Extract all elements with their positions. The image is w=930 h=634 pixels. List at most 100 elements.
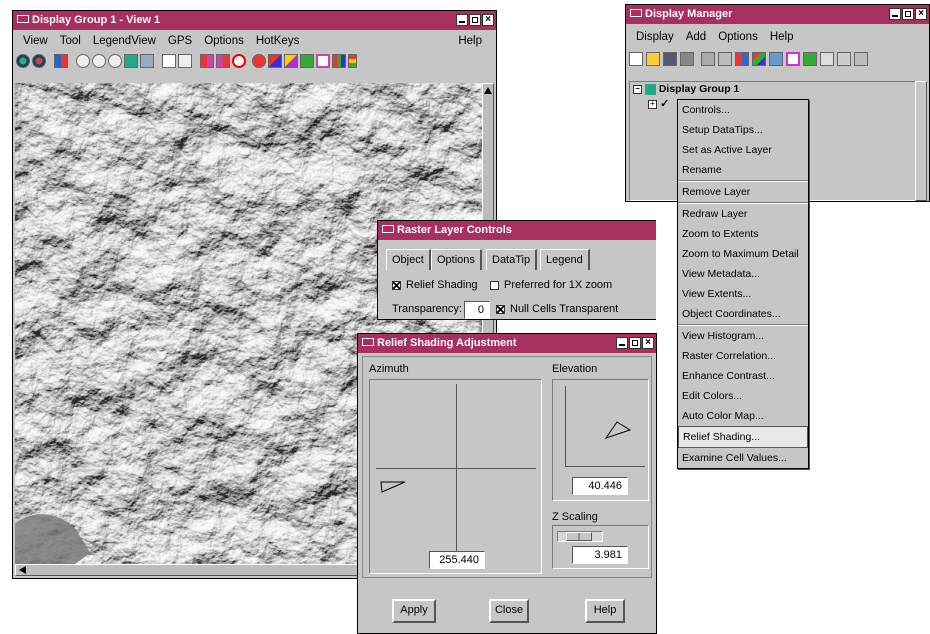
menu-item-auto-color-map[interactable]: Auto Color Map... <box>678 406 808 426</box>
scroll-up-icon[interactable] <box>484 87 492 94</box>
system-menu-icon[interactable] <box>17 15 29 24</box>
view-window-titlebar[interactable]: Display Group 1 - View 1 × <box>13 11 496 30</box>
menu-item-setup-datatips[interactable]: Setup DataTips... <box>678 120 808 140</box>
raster-controls-titlebar[interactable]: Raster Layer Controls <box>378 221 656 240</box>
elevation-value-field[interactable]: 40.446 <box>572 477 628 495</box>
add-layer-icon[interactable] <box>735 52 749 66</box>
close-icon[interactable]: × <box>482 14 494 26</box>
open-icon[interactable] <box>646 52 660 66</box>
table-icon[interactable] <box>820 52 834 66</box>
colors-icon[interactable] <box>752 52 766 66</box>
tab-object[interactable]: Object <box>386 249 431 270</box>
pan-icon[interactable] <box>54 54 68 68</box>
zoom-next-icon[interactable] <box>124 54 138 68</box>
tab-datatip[interactable]: DataTip <box>486 249 538 270</box>
menu-item-redraw-layer[interactable]: Redraw Layer <box>678 204 808 224</box>
magnify-icon[interactable] <box>178 54 192 68</box>
menu-item-remove-layer[interactable]: Remove Layer <box>678 182 808 202</box>
print-icon[interactable] <box>680 52 694 66</box>
maximize-icon[interactable] <box>902 8 914 20</box>
minimize-icon[interactable] <box>616 337 628 349</box>
menu-item-relief-shading[interactable]: Relief Shading... <box>678 426 808 448</box>
layout-icon[interactable] <box>316 54 330 68</box>
layer-visible-check-icon[interactable]: ✓ <box>660 98 669 110</box>
expand-icon[interactable]: + <box>648 99 657 109</box>
menu-item-enhance-contrast[interactable]: Enhance Contrast... <box>678 366 808 386</box>
menu-display[interactable]: Display <box>630 31 680 43</box>
new-icon[interactable] <box>629 52 643 66</box>
menu-item-zoom-extents[interactable]: Zoom to Extents <box>678 224 808 244</box>
legend-icon[interactable] <box>300 54 314 68</box>
system-menu-icon[interactable] <box>382 225 394 234</box>
help-button[interactable]: Help <box>585 599 625 623</box>
add-raster-icon[interactable] <box>701 52 715 66</box>
layer-tree-scrollbar[interactable] <box>915 81 927 201</box>
menu-add[interactable]: Add <box>680 31 712 43</box>
close-icon[interactable]: × <box>915 8 927 20</box>
menu-item-edit-colors[interactable]: Edit Colors... <box>678 386 808 406</box>
null-cells-checkbox[interactable]: Null Cells Transparent <box>496 303 618 315</box>
maximize-icon[interactable] <box>469 14 481 26</box>
preferred-1x-checkbox[interactable]: Preferred for 1X zoom <box>490 279 612 291</box>
elevation-pointer-icon[interactable] <box>603 420 633 444</box>
menu-item-set-active-layer[interactable]: Set as Active Layer <box>678 140 808 160</box>
menu-item-raster-correlation[interactable]: Raster Correlation... <box>678 346 808 366</box>
system-menu-icon[interactable] <box>630 9 642 18</box>
forward-icon[interactable] <box>216 54 230 68</box>
tree-row-display-group[interactable]: − Display Group 1 <box>630 82 918 97</box>
add-image-icon[interactable] <box>769 52 783 66</box>
back-icon[interactable] <box>200 54 214 68</box>
scale-icon[interactable] <box>162 54 176 68</box>
menu-item-view-metadata[interactable]: View Metadata... <box>678 264 808 284</box>
add-vector-icon[interactable] <box>718 52 732 66</box>
select-icon[interactable] <box>268 54 282 68</box>
maximize-icon[interactable] <box>629 337 641 349</box>
azimuth-pointer-icon[interactable] <box>378 479 408 495</box>
azimuth-value-field[interactable]: 255.440 <box>429 551 485 569</box>
azimuth-control[interactable]: 255.440 <box>369 379 542 574</box>
display-manager-titlebar[interactable]: Display Manager × <box>626 5 929 24</box>
zscaling-value-field[interactable]: 3.981 <box>572 546 628 564</box>
collapse-icon[interactable]: − <box>633 84 642 94</box>
menu-item-examine-cell-values[interactable]: Examine Cell Values... <box>678 448 808 468</box>
grid-icon[interactable] <box>786 52 800 66</box>
zoom-previous-icon[interactable] <box>108 54 122 68</box>
menu-help[interactable]: Help <box>764 31 800 43</box>
close-button[interactable]: Close <box>489 599 529 623</box>
traffic-light-icon[interactable] <box>348 54 357 68</box>
stop-redraw-icon[interactable] <box>232 54 246 68</box>
menu-help[interactable]: Help <box>452 35 488 47</box>
zoom-out-icon[interactable] <box>32 54 46 68</box>
menu-options[interactable]: Options <box>712 31 764 43</box>
paint-icon[interactable] <box>284 54 298 68</box>
relief-shading-check-icon[interactable] <box>392 280 401 290</box>
zscaling-slider[interactable] <box>557 531 603 542</box>
elevation-control[interactable]: 40.446 <box>552 379 649 501</box>
transparency-field[interactable]: 0 <box>464 301 490 319</box>
search-icon[interactable] <box>252 54 266 68</box>
menu-gps[interactable]: GPS <box>162 35 198 47</box>
list-icon[interactable] <box>837 52 851 66</box>
tab-legend[interactable]: Legend <box>540 249 590 270</box>
scroll-left-icon[interactable] <box>19 566 26 574</box>
menu-item-view-histogram[interactable]: View Histogram... <box>678 326 808 346</box>
relief-shading-titlebar[interactable]: Relief Shading Adjustment × <box>358 334 656 353</box>
menu-item-rename[interactable]: Rename <box>678 160 808 180</box>
menu-options[interactable]: Options <box>198 35 250 47</box>
system-menu-icon[interactable] <box>362 338 374 347</box>
menu-item-object-coordinates[interactable]: Object Coordinates... <box>678 304 808 324</box>
save-icon[interactable] <box>663 52 677 66</box>
close-icon[interactable]: × <box>642 337 654 349</box>
null-cells-check-icon[interactable] <box>496 304 505 314</box>
minimize-icon[interactable] <box>889 8 901 20</box>
menu-item-view-extents[interactable]: View Extents... <box>678 284 808 304</box>
zscaling-slider-thumb[interactable] <box>566 532 592 541</box>
menu-tool[interactable]: Tool <box>54 35 87 47</box>
tab-options[interactable]: Options <box>431 249 482 270</box>
zoom-in-icon[interactable] <box>16 54 30 68</box>
tree-icon[interactable] <box>803 52 817 66</box>
menu-legendview[interactable]: LegendView <box>87 35 162 47</box>
layout-icon[interactable] <box>854 52 868 66</box>
preferred-1x-check-icon[interactable] <box>490 280 499 290</box>
menu-view[interactable]: View <box>17 35 54 47</box>
